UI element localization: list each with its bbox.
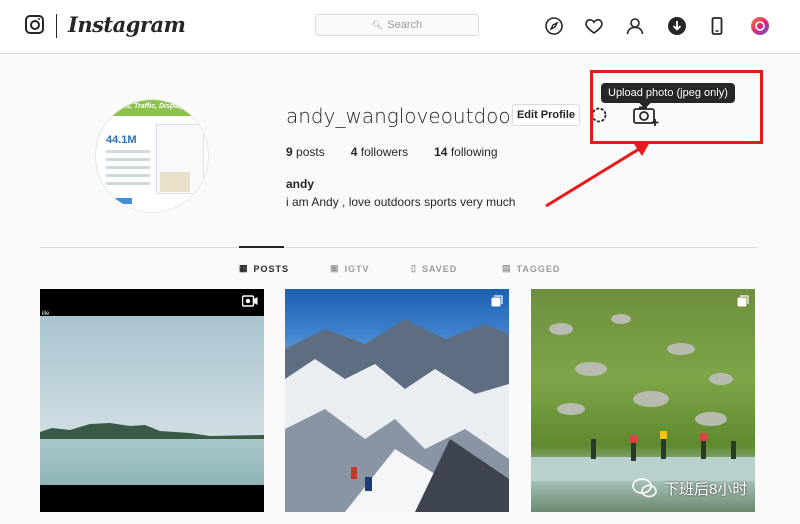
followers-count[interactable]: 4 followers xyxy=(351,145,408,159)
tabs-divider xyxy=(40,247,758,248)
following-count[interactable]: 14 following xyxy=(434,145,497,159)
active-tab-indicator xyxy=(239,246,284,248)
carousel-icon xyxy=(737,295,749,307)
profile-bio: i am Andy , love outdoors sports very mu… xyxy=(286,195,516,209)
video-icon xyxy=(242,295,258,307)
phone-icon[interactable] xyxy=(706,15,728,37)
instagram-wordmark[interactable]: Instagram xyxy=(68,12,186,37)
tab-tagged[interactable]: ▤ TAGGED xyxy=(502,263,560,274)
post-mountain-image xyxy=(285,319,509,512)
posts-count[interactable]: 9 posts xyxy=(286,145,325,159)
tab-igtv[interactable]: ▣ IGTV xyxy=(330,263,370,274)
edit-profile-button[interactable]: Edit Profile xyxy=(512,104,580,126)
top-nav: Instagram 🔍︎ Search xyxy=(0,0,800,54)
wechat-logo-icon xyxy=(632,478,657,498)
person-icon[interactable] xyxy=(624,15,646,37)
highlight-box xyxy=(590,70,763,144)
tab-saved[interactable]: ▯ SAVED xyxy=(411,263,457,274)
instagram-glyph-icon[interactable] xyxy=(25,15,44,34)
avatar-banner-text: nks, Traffic, Display xyxy=(118,103,184,110)
nav-divider xyxy=(56,14,57,38)
bookmark-icon: ▯ xyxy=(411,263,417,273)
post-tile[interactable] xyxy=(285,289,509,512)
avatar-button xyxy=(106,198,132,204)
avatar-lines xyxy=(106,150,150,190)
profile-username: andy_wangloveoutdoor xyxy=(286,104,519,128)
avatar-card-image xyxy=(160,172,190,192)
download-icon[interactable] xyxy=(666,15,688,37)
watermark: 下班后8小时 xyxy=(632,477,747,499)
post-caption-fragment: ille xyxy=(42,311,50,317)
post-tile[interactable]: ille xyxy=(40,289,264,512)
tab-posts[interactable]: ▦ POSTS xyxy=(239,263,289,274)
extension-icon[interactable] xyxy=(749,15,771,37)
heart-icon[interactable] xyxy=(583,15,605,37)
watermark-text: 下班后8小时 xyxy=(664,480,748,498)
red-arrow-annotation xyxy=(545,142,650,208)
search-icon: 🔍︎ xyxy=(371,19,384,30)
search-input[interactable]: 🔍︎ Search xyxy=(315,14,479,36)
post-water xyxy=(40,439,264,485)
profile-avatar[interactable]: nks, Traffic, Display 44.1M xyxy=(95,99,209,213)
carousel-icon xyxy=(491,295,503,307)
grid-icon: ▦ xyxy=(239,263,249,273)
tag-icon: ▤ xyxy=(502,263,512,273)
avatar-stat: 44.1M xyxy=(106,134,137,146)
profile-stats: 9 posts 4 followers 14 following xyxy=(286,145,524,159)
compass-icon[interactable] xyxy=(543,15,565,37)
tv-icon: ▣ xyxy=(330,263,340,273)
profile-full-name: andy xyxy=(286,177,315,191)
search-placeholder: Search xyxy=(387,19,423,31)
